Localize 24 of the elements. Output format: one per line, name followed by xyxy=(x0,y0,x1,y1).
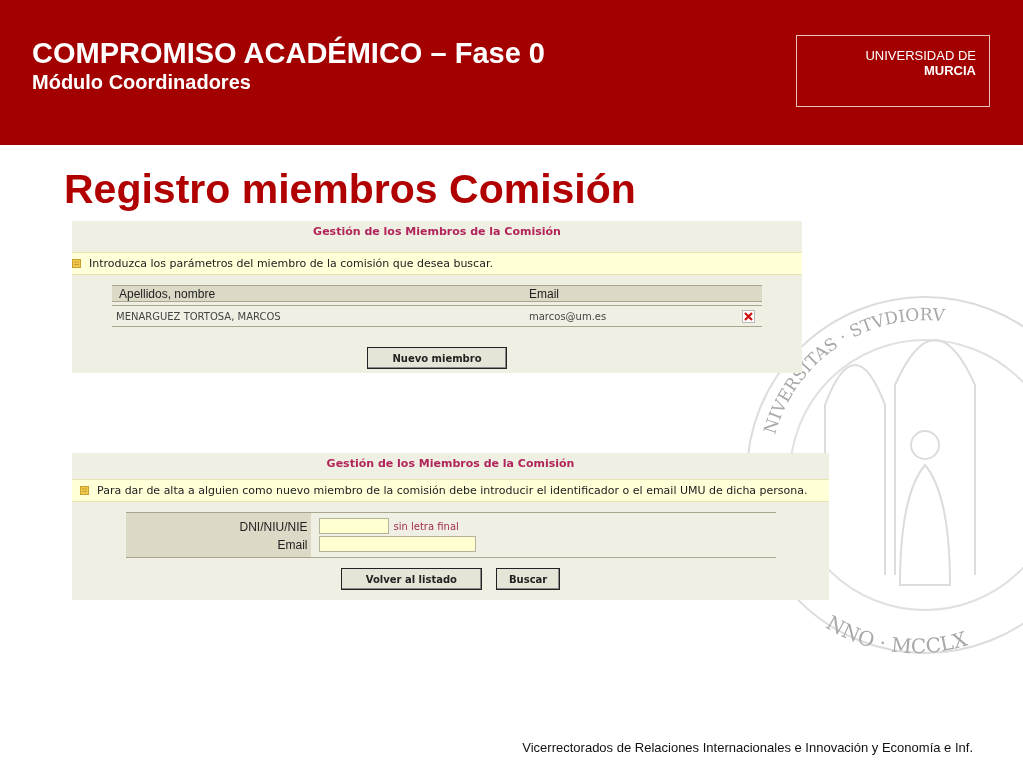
presentation-subtitle: Módulo Coordinadores xyxy=(32,70,252,94)
input-field[interactable] xyxy=(318,536,476,552)
panel-title: Gestión de los Miembros de la Comisión xyxy=(313,224,561,240)
university-logo: UNIVERSIDAD DE MURCIA xyxy=(796,35,990,107)
action-button[interactable]: Volver al listado xyxy=(340,568,482,590)
notice-text: Para dar de alta a alguien como nuevo miembro de la comisión debe introducir el identificador o el email UMU de dicha persona. xyxy=(97,484,808,497)
table-cell-text: marcos@um.es xyxy=(529,310,608,322)
note-icon xyxy=(72,259,81,268)
slide-title: Registro miembros Comisión xyxy=(64,165,637,213)
notice-text: Introduzca los parámetros del miembro de la comisión que desea buscar. xyxy=(89,257,493,270)
panel-title: Gestión de los Miembros de la Comisión xyxy=(326,456,575,472)
action-button[interactable]: Nuevo miembro xyxy=(367,347,507,369)
presentation-title: COMPROMISO ACADÉMICO – Fase 0 xyxy=(32,36,545,70)
column-header: Apellidos, nombre xyxy=(119,286,217,301)
table-cell-text: MENARGUEZ TORTOSA, MARCOS xyxy=(116,310,282,322)
note-icon xyxy=(80,486,89,495)
footer-text: Vicerrectorados de Relaciones Internacionales e Innovación y Economía e Inf. xyxy=(522,740,973,755)
field-label: Email xyxy=(277,537,308,553)
delete-icon[interactable] xyxy=(742,309,755,323)
field-hint: sin letra final xyxy=(393,520,459,532)
field-label: DNI/NIU/NIE xyxy=(239,519,308,535)
column-header: Email xyxy=(529,286,560,301)
input-field[interactable] xyxy=(318,518,389,534)
action-button[interactable]: Buscar xyxy=(495,568,561,590)
